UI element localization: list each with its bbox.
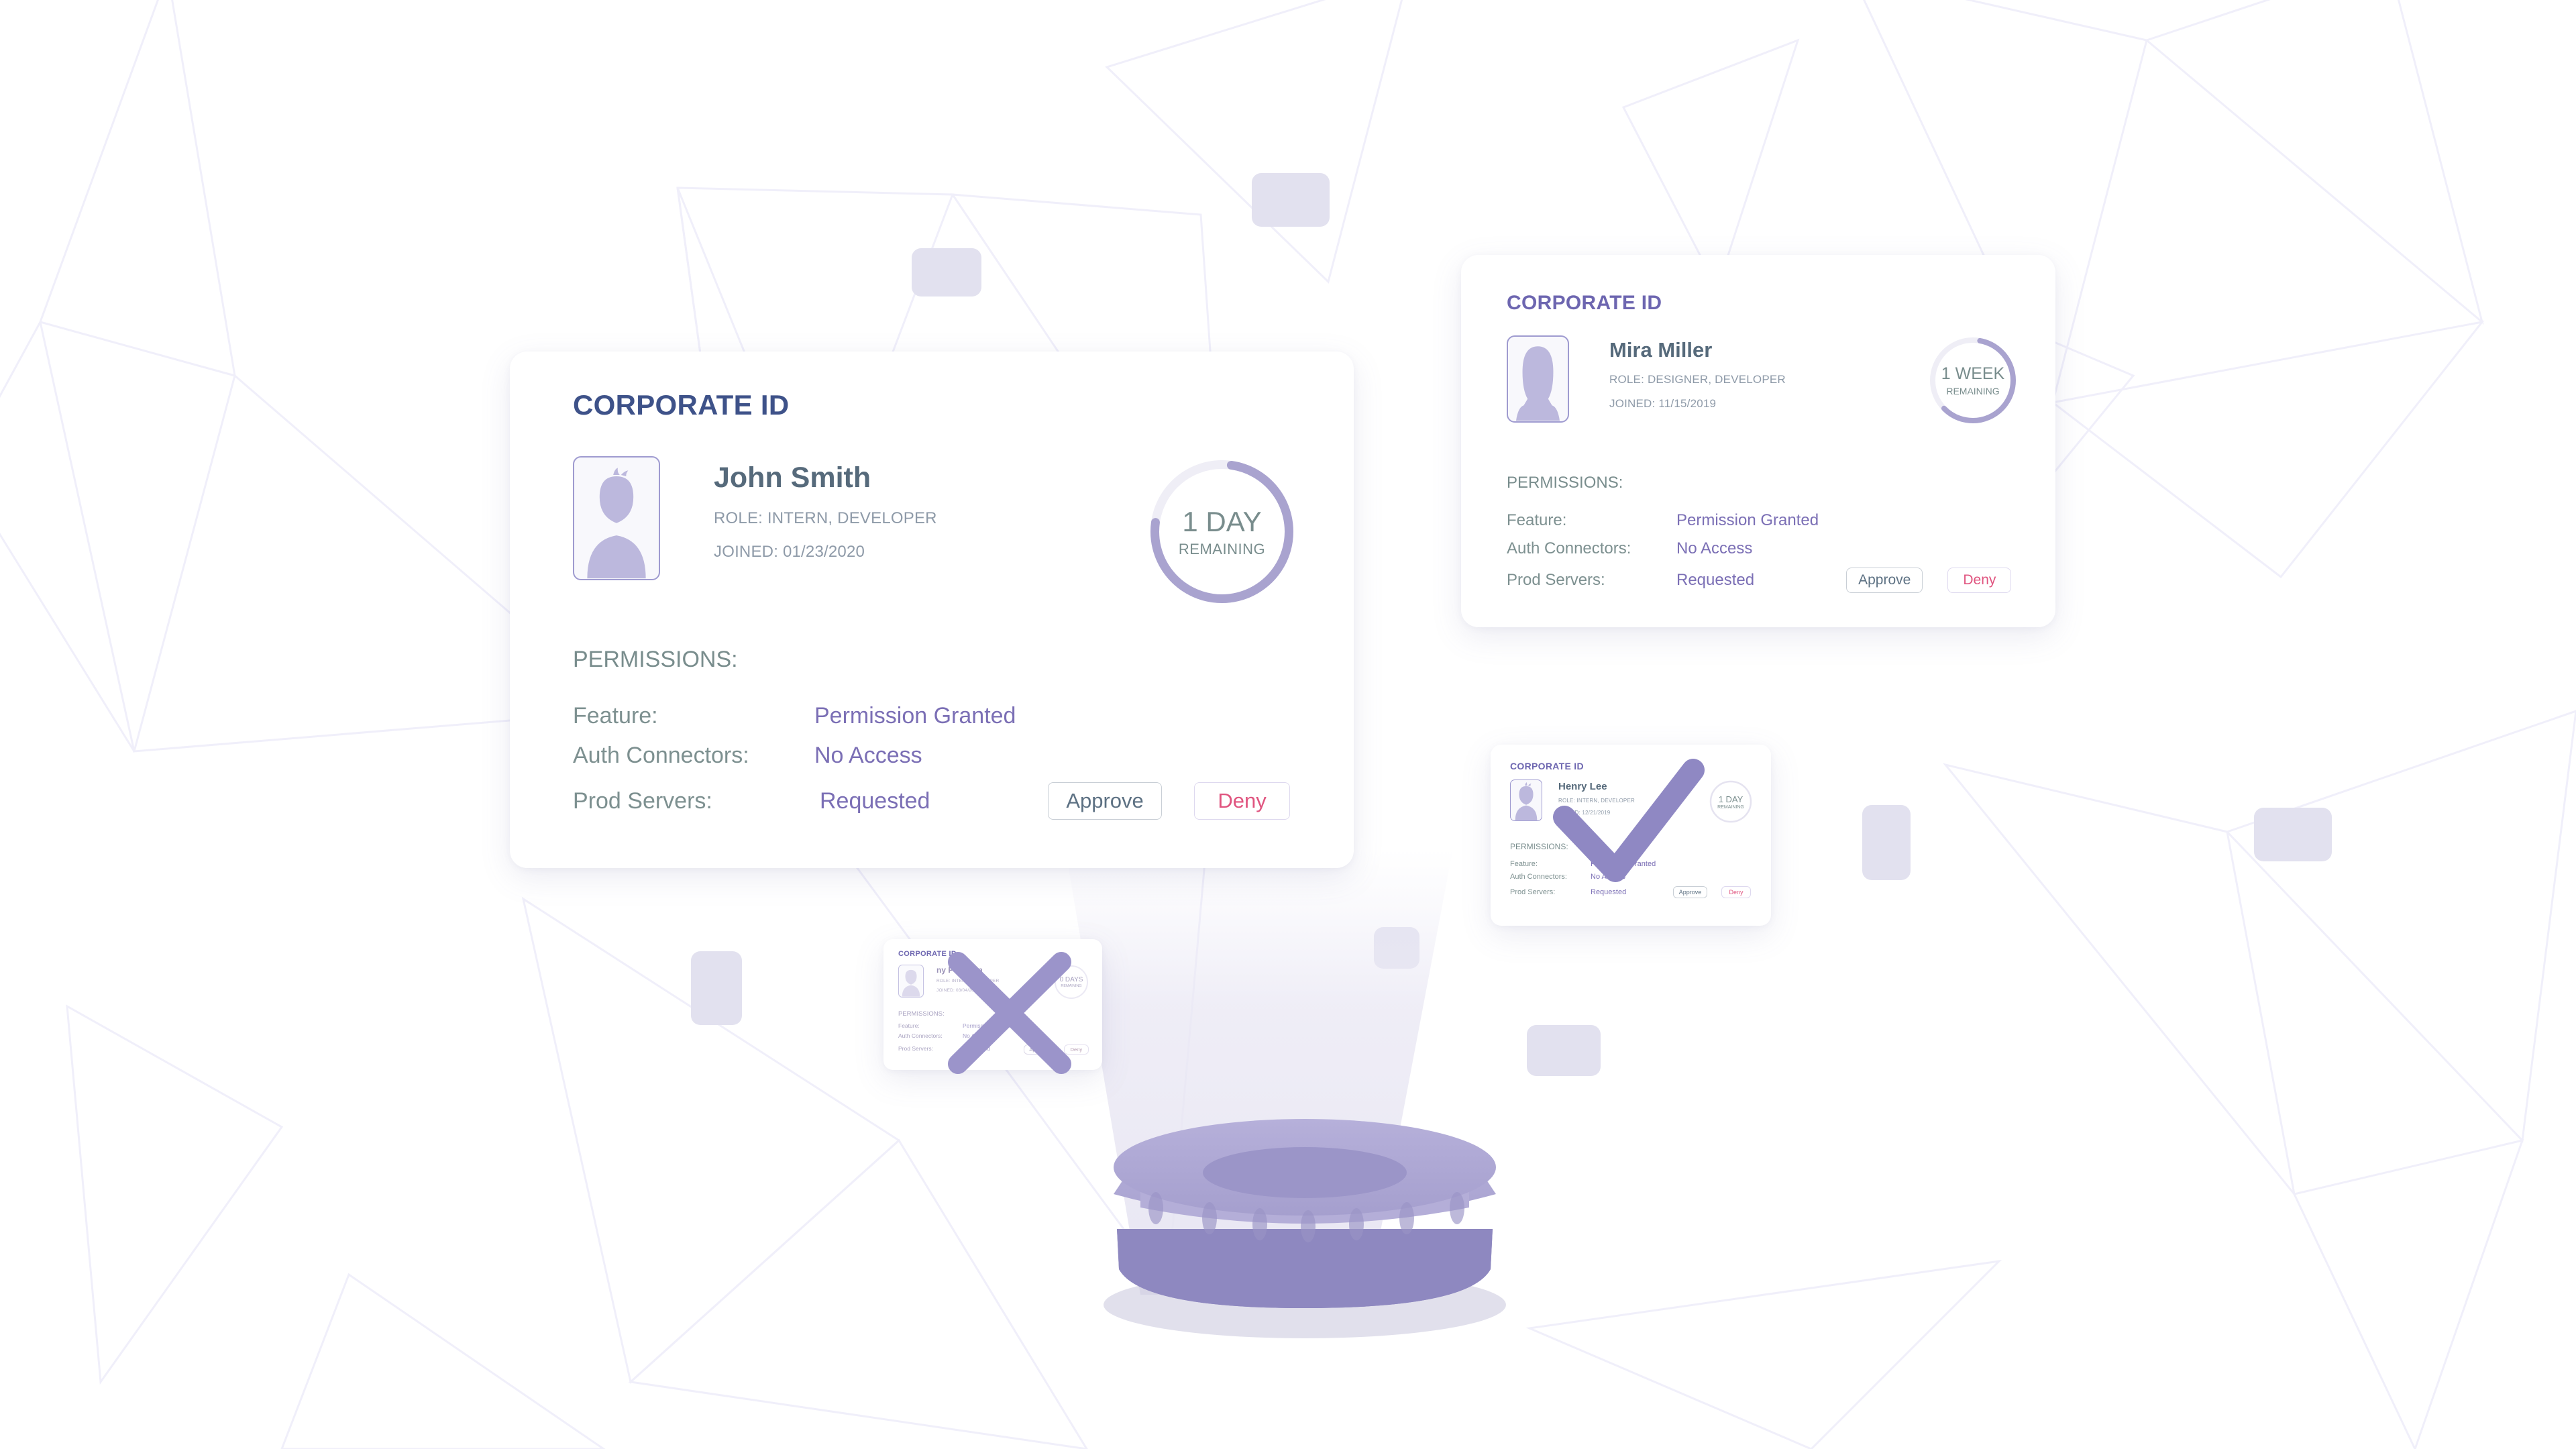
- approve-button[interactable]: Approve: [1024, 1044, 1054, 1055]
- permission-label: Prod Servers:: [573, 788, 712, 814]
- permission-row: Auth Connectors: No Access: [1507, 539, 2023, 568]
- permission-value: Permission Granted: [1591, 860, 1656, 868]
- id-card-mira-miller[interactable]: CORPORATE ID Mira Miller ROLE: DESIGNER,…: [1461, 255, 2055, 627]
- deny-button[interactable]: Deny: [1063, 1044, 1089, 1055]
- countdown-ring: 0 DAYS REMAINING: [1054, 965, 1089, 1000]
- permission-row: Auth Connectors: No Access: [573, 743, 1304, 782]
- permission-row: Feature: Permission Granted: [1510, 860, 1758, 873]
- card-title: CORPORATE ID: [1510, 761, 1584, 771]
- female-avatar-icon: [1515, 346, 1560, 421]
- permission-label: Prod Servers:: [898, 1045, 933, 1052]
- countdown-sub: REMAINING: [1717, 804, 1744, 810]
- approve-button[interactable]: Approve: [1846, 568, 1923, 593]
- person-role: ROLE: INTERN, DEVELOPER: [1558, 798, 1635, 804]
- countdown-value: 1 DAY: [1718, 794, 1743, 804]
- permission-row: Auth Connectors: No Access: [1510, 873, 1758, 885]
- permission-value: No Access: [814, 743, 922, 768]
- permission-value: Requested: [820, 788, 930, 814]
- id-card-john-smith[interactable]: CORPORATE ID John Smith ROLE: INTERN, DE…: [510, 352, 1354, 868]
- deny-button[interactable]: Deny: [1721, 886, 1751, 898]
- approve-button[interactable]: Approve: [1672, 886, 1708, 898]
- person-name: John Smith: [714, 462, 871, 494]
- deny-button[interactable]: Deny: [1194, 782, 1290, 820]
- permissions-heading: PERMISSIONS:: [898, 1010, 945, 1018]
- person-joined: JOINED: 03/04/2019: [936, 988, 979, 993]
- permissions-heading: PERMISSIONS:: [1510, 842, 1568, 851]
- countdown-value: 1 DAY: [1182, 505, 1262, 537]
- avatar: [898, 965, 924, 998]
- countdown-value: 1 WEEK: [1941, 364, 2005, 383]
- countdown-sub: REMAINING: [1178, 540, 1266, 557]
- countdown-value: 0 DAYS: [1059, 976, 1083, 983]
- avatar: [573, 456, 660, 580]
- permission-label: Feature:: [1507, 511, 1567, 529]
- permission-label: Prod Servers:: [1507, 571, 1605, 589]
- permission-value: Permission Granted: [814, 703, 1016, 729]
- countdown-ring: 1 DAY REMAINING: [1709, 780, 1753, 824]
- permissions-heading: PERMISSIONS:: [1507, 474, 1623, 492]
- permission-value: No Access: [1676, 539, 1753, 557]
- person-joined: JOINED: 12/21/2019: [1558, 810, 1611, 816]
- avatar: [1510, 780, 1542, 821]
- person-name: ny Peterson: [936, 965, 983, 975]
- person-name: Henry Lee: [1558, 781, 1607, 792]
- id-card-henry-lee[interactable]: CORPORATE ID Henry Lee ROLE: INTERN, DEV…: [1491, 745, 1771, 926]
- permission-value: Requested: [1591, 888, 1627, 896]
- deny-button[interactable]: Deny: [1947, 568, 2012, 593]
- pedestal-inner-well: [1203, 1147, 1407, 1198]
- permission-row: Feature: Permission Granted: [1507, 511, 2023, 539]
- permission-row: Auth Connectors: No Access: [898, 1032, 1094, 1042]
- permission-value: No Access: [963, 1032, 990, 1039]
- card-title: CORPORATE ID: [573, 389, 790, 421]
- person-role: ROLE: INTERN, DEVELOPER: [936, 979, 1000, 983]
- countdown-sub: REMAINING: [1061, 984, 1082, 988]
- permission-label: Auth Connectors:: [1507, 539, 1631, 557]
- countdown-sub: REMAINING: [1946, 386, 2000, 396]
- card-title: CORPORATE ID: [898, 950, 957, 958]
- permission-label: Feature:: [1510, 860, 1538, 868]
- permission-label: Feature:: [898, 1022, 920, 1029]
- permission-label: Auth Connectors:: [1510, 873, 1567, 881]
- permission-label: Feature:: [573, 703, 658, 729]
- person-role: ROLE: DESIGNER, DEVELOPER: [1609, 373, 1786, 386]
- permission-row: Feature: Permission Granted: [573, 703, 1304, 743]
- person-joined: JOINED: 11/15/2019: [1609, 397, 1717, 410]
- card-title: CORPORATE ID: [1507, 292, 1662, 314]
- permission-row: Prod Servers: Requested Approve Deny: [1510, 885, 1758, 898]
- male-avatar-icon: [902, 969, 920, 997]
- permission-value: Permission Granted: [963, 1022, 1014, 1029]
- permission-value: Requested: [963, 1045, 991, 1052]
- permission-row: Prod Servers: Requested Approve Deny: [573, 782, 1304, 820]
- permission-value: Permission Granted: [1676, 511, 1819, 529]
- avatar: [1507, 335, 1569, 423]
- countdown-ring: 1 WEEK REMAINING: [1928, 335, 2018, 425]
- person-joined: JOINED: 01/23/2020: [714, 543, 865, 561]
- permissions-heading: PERMISSIONS:: [573, 647, 738, 672]
- permission-row: Feature: Permission Granted: [898, 1022, 1094, 1032]
- person-name: Mira Miller: [1609, 338, 1713, 362]
- id-card-peterson[interactable]: CORPORATE ID ny Peterson ROLE: INTERN, D…: [883, 939, 1102, 1070]
- permission-label: Prod Servers:: [1510, 888, 1556, 896]
- permission-row: Prod Servers: Requested Approve Deny: [898, 1042, 1094, 1055]
- permission-value: Requested: [1676, 571, 1755, 589]
- permission-label: Auth Connectors:: [898, 1032, 943, 1039]
- approve-button[interactable]: Approve: [1048, 782, 1162, 820]
- male-avatar-icon: [587, 468, 646, 579]
- permission-label: Auth Connectors:: [573, 743, 749, 768]
- person-role: ROLE: INTERN, DEVELOPER: [714, 509, 937, 527]
- permission-value: No Access: [1591, 873, 1625, 881]
- countdown-ring: 1 DAY REMAINING: [1146, 456, 1297, 607]
- male-avatar-icon: [1515, 782, 1538, 820]
- permission-row: Prod Servers: Requested Approve Deny: [1507, 568, 2023, 593]
